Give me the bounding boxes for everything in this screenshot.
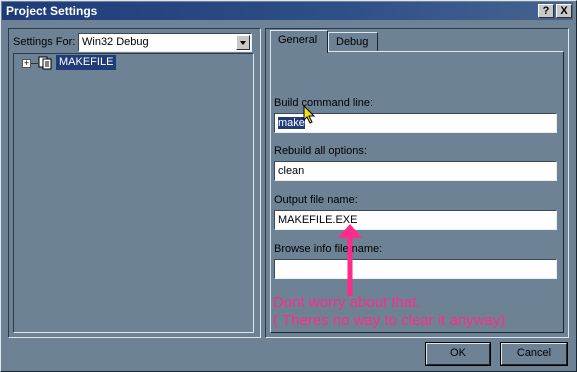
rebuild-all-value: clean — [278, 165, 305, 177]
tree-connector — [31, 63, 38, 64]
annotation-line-2: ( Theres no way to clear it anyway) — [273, 312, 506, 329]
rebuild-all-input[interactable]: clean — [274, 161, 557, 181]
tree-expander-icon[interactable]: + — [22, 59, 31, 68]
tree-item-makefile[interactable]: MAKEFILE — [56, 55, 117, 70]
title-bar: Project Settings — [2, 2, 573, 20]
annotation-arrow-icon — [338, 224, 362, 296]
output-file-input[interactable]: MAKEFILE.EXE — [274, 210, 557, 230]
browse-info-input[interactable] — [274, 259, 557, 279]
makefile-project-icon — [38, 55, 53, 70]
tab-general[interactable]: General — [270, 30, 328, 53]
tab-debug[interactable]: Debug — [328, 32, 378, 52]
build-command-label: Build command line: — [274, 97, 374, 109]
close-button[interactable]: X — [556, 4, 572, 18]
output-file-label: Output file name: — [274, 194, 358, 206]
rebuild-all-label: Rebuild all options: — [274, 145, 367, 157]
build-command-value: make — [278, 117, 305, 129]
chevron-down-icon[interactable] — [236, 35, 250, 50]
browse-info-label: Browse info file name: — [274, 243, 383, 255]
window-title: Project Settings — [6, 4, 98, 18]
ok-button[interactable]: OK — [425, 342, 491, 366]
cancel-button[interactable]: Cancel — [500, 342, 568, 366]
settings-for-value: Win32 Debug — [82, 36, 149, 48]
project-tree[interactable]: + MAKEFILE — [13, 53, 254, 333]
settings-for-dropdown[interactable]: Win32 Debug — [78, 33, 252, 52]
tab-page-general — [270, 51, 564, 333]
settings-for-label: Settings For: — [13, 36, 76, 48]
mouse-cursor-icon — [303, 104, 317, 125]
help-button[interactable]: ? — [538, 4, 554, 18]
annotation-line-1: Dont worry about that. — [273, 294, 421, 311]
